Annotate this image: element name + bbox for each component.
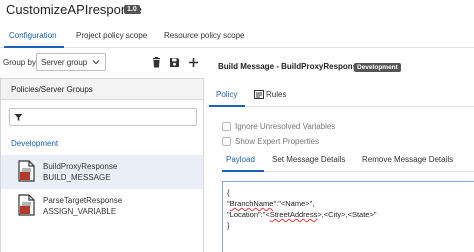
top-tab-bar: Configuration Project policy scope Resou… bbox=[0, 26, 474, 48]
policy-detail-title: Build Message - BuildProxyResponse bbox=[218, 62, 362, 71]
tab-policy[interactable]: Policy bbox=[216, 90, 237, 99]
policies-panel-header: Policies/Server Groups bbox=[1, 79, 203, 100]
tab-resource-policy-scope[interactable]: Resource policy scope bbox=[164, 31, 244, 40]
policy-type: ASSIGN_VARIABLE bbox=[43, 207, 117, 216]
code-line: "BranchName":"<Name>", bbox=[227, 199, 315, 208]
policy-type: BUILD_MESSAGE bbox=[43, 173, 111, 182]
tab-project-policy-scope[interactable]: Project policy scope bbox=[76, 31, 147, 40]
tab-configuration[interactable]: Configuration bbox=[9, 31, 57, 40]
version-badge: 1.0 bbox=[124, 5, 140, 14]
group-by-select[interactable]: Server group bbox=[36, 53, 106, 71]
spelling-flag: StreetAddress bbox=[269, 210, 318, 219]
filter-icon bbox=[14, 114, 23, 121]
code-line: { bbox=[227, 188, 230, 197]
code-text: :"<Name>", bbox=[276, 199, 315, 208]
policies-panel-title: Policies/Server Groups bbox=[11, 85, 93, 94]
tab-payload[interactable]: Payload bbox=[226, 155, 255, 164]
policies-panel: Policies/Server Groups Development Build… bbox=[0, 78, 204, 252]
code-text: >,<City>,<State>" bbox=[317, 210, 377, 219]
active-tab-indicator bbox=[4, 46, 64, 48]
checkbox-label: Show Expert Properties bbox=[235, 137, 320, 146]
checkbox-box[interactable] bbox=[222, 122, 231, 131]
message-tab-bar: Payload Set Message Details Remove Messa… bbox=[222, 150, 474, 172]
active-code-tab-indicator bbox=[222, 170, 264, 172]
policy-name: ParseTargetResponse bbox=[43, 196, 123, 205]
group-development[interactable]: Development bbox=[11, 139, 58, 148]
policy-name: BuildProxyResponse bbox=[43, 162, 118, 171]
chevron-down-icon bbox=[92, 60, 100, 65]
policy-item-buildproxyresponse[interactable]: BuildProxyResponse BUILD_MESSAGE bbox=[1, 155, 203, 189]
code-text: "Location":"< bbox=[227, 210, 270, 219]
document-icon bbox=[18, 194, 35, 216]
add-icon[interactable] bbox=[188, 57, 199, 68]
policy-tab-bar: Policy Rules bbox=[206, 83, 474, 107]
payload-editor[interactable]: { "BranchName":"<Name>", "Location":"<St… bbox=[222, 181, 474, 252]
checkbox-box[interactable] bbox=[222, 137, 231, 146]
checkbox-label: Ignore Unresolved Variables bbox=[235, 122, 336, 131]
group-by-value: Server group bbox=[41, 58, 88, 67]
trash-icon[interactable] bbox=[151, 57, 162, 68]
code-line: } bbox=[227, 221, 230, 230]
spelling-flag: BranchName bbox=[229, 199, 274, 208]
page-title: CustomizeAPIresponse bbox=[6, 2, 142, 17]
active-subtab-indicator bbox=[209, 105, 245, 107]
document-icon bbox=[18, 160, 35, 182]
group-by-label: Group by bbox=[3, 58, 36, 67]
tab-rules[interactable]: Rules bbox=[266, 90, 286, 99]
rules-icon bbox=[254, 90, 264, 99]
code-line: "Location":"<StreetAddress>,<City>,<Stat… bbox=[227, 210, 377, 219]
filter-input[interactable] bbox=[9, 108, 197, 126]
environment-badge: Development bbox=[354, 63, 401, 72]
policy-item-parsetargetresponse[interactable]: ParseTargetResponse ASSIGN_VARIABLE bbox=[1, 189, 203, 223]
tab-remove-message-details[interactable]: Remove Message Details bbox=[362, 155, 453, 164]
tab-set-message-details[interactable]: Set Message Details bbox=[272, 155, 345, 164]
save-icon[interactable] bbox=[169, 57, 180, 68]
